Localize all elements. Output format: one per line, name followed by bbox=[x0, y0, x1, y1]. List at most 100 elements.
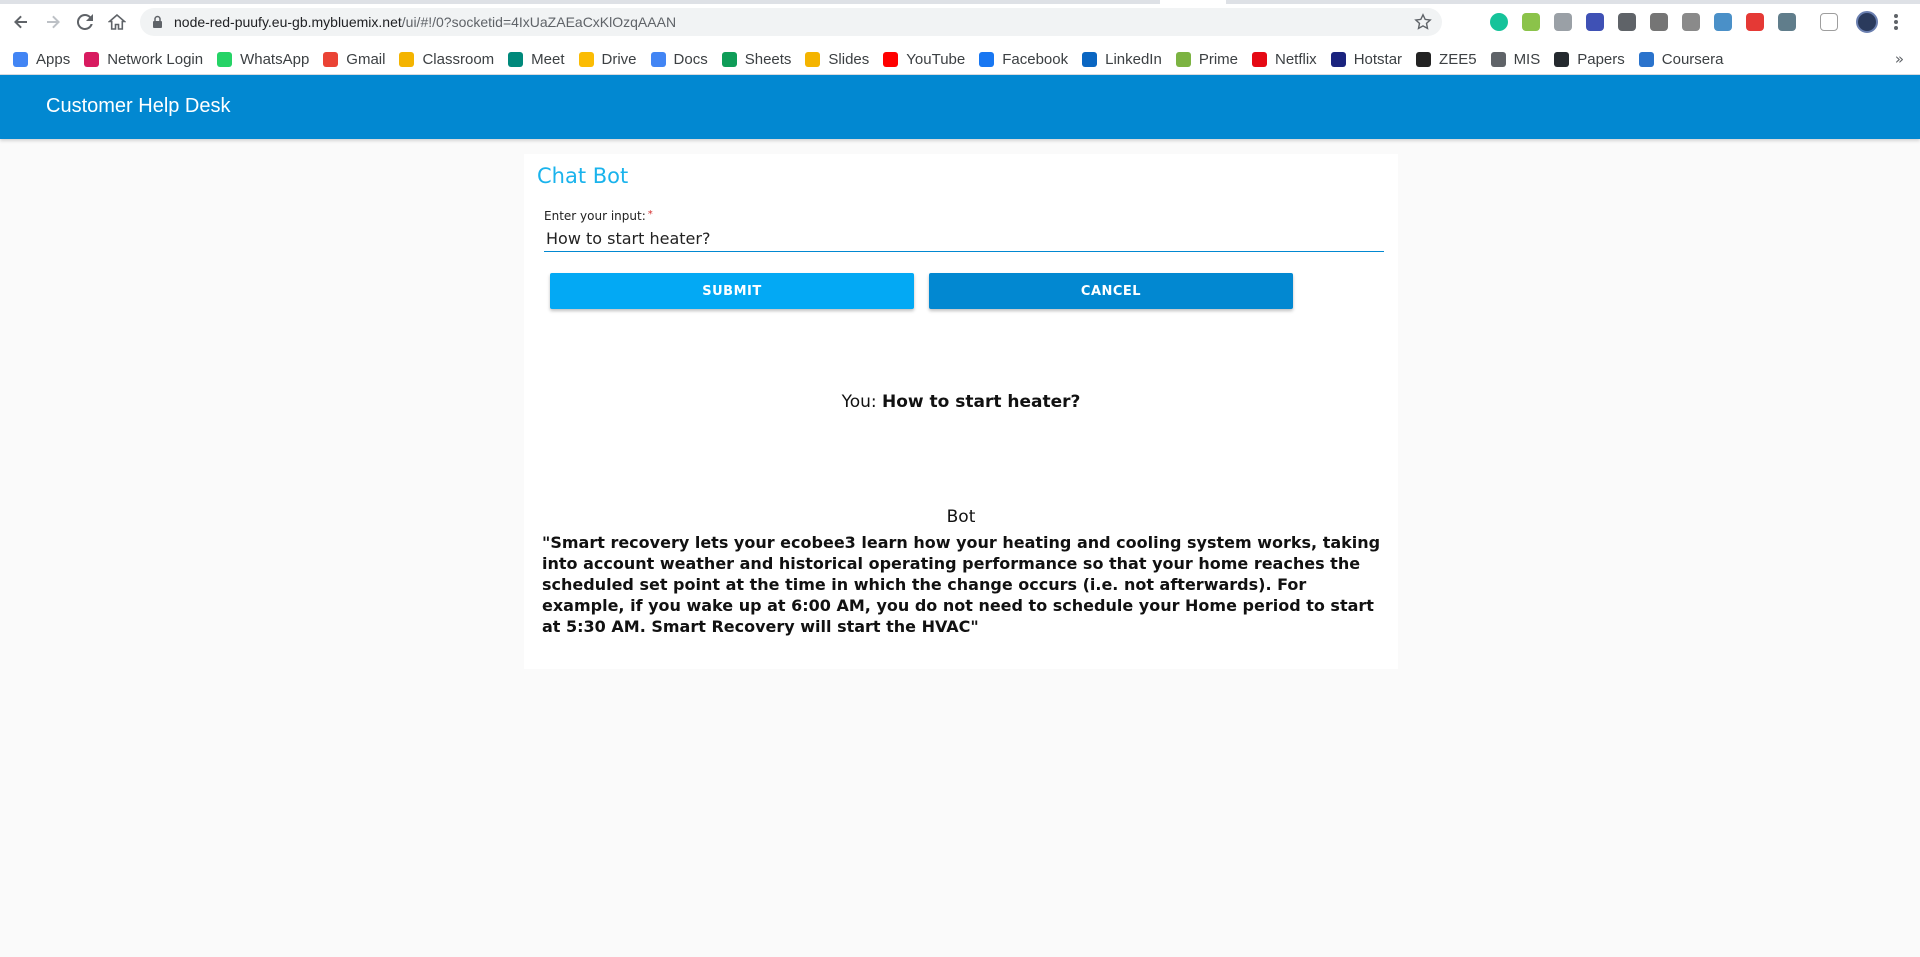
extensions-area bbox=[1490, 12, 1852, 32]
bookmark-star-icon[interactable] bbox=[1414, 13, 1432, 31]
bookmark-label: Meet bbox=[531, 50, 565, 68]
submit-button[interactable]: SUBMIT bbox=[550, 273, 914, 309]
home-button[interactable] bbox=[106, 11, 128, 33]
bookmark-label: Coursera bbox=[1661, 50, 1724, 68]
meet-icon bbox=[508, 51, 524, 67]
prime-icon bbox=[1175, 51, 1191, 67]
bookmark-sheets[interactable]: Sheets bbox=[721, 47, 791, 71]
cancel-button[interactable]: CANCEL bbox=[929, 273, 1293, 309]
chat-card: Chat Bot Enter your input:* SUBMIT CANCE… bbox=[524, 154, 1398, 669]
docs-icon bbox=[650, 51, 666, 67]
bookmark-papers[interactable]: Papers bbox=[1554, 47, 1625, 71]
gmail-icon bbox=[323, 51, 339, 67]
extension-icon[interactable] bbox=[1618, 13, 1636, 31]
bookmark-mis[interactable]: MIS bbox=[1490, 47, 1541, 71]
bookmark-label: Prime bbox=[1198, 50, 1238, 68]
browser-toolbar: node-red-puufy.eu-gb.mybluemix.net/ui/#!… bbox=[0, 0, 1920, 44]
bookmark-label: MIS bbox=[1513, 50, 1541, 68]
sheets-icon bbox=[721, 51, 737, 67]
bookmark-gmail[interactable]: Gmail bbox=[323, 47, 385, 71]
arrow-left-icon bbox=[14, 15, 27, 29]
bookmark-label: Gmail bbox=[346, 50, 386, 68]
reload-button[interactable] bbox=[74, 11, 96, 33]
facebook-icon bbox=[979, 51, 995, 67]
apps-grid-icon bbox=[13, 51, 28, 67]
coursera-icon bbox=[1638, 51, 1654, 67]
address-bar[interactable]: node-red-puufy.eu-gb.mybluemix.net/ui/#!… bbox=[140, 8, 1442, 36]
chat-input[interactable] bbox=[544, 226, 1384, 252]
tab-strip-edge bbox=[0, 0, 1160, 4]
youtube-extension-icon[interactable] bbox=[1746, 13, 1764, 31]
bookmark-coursera[interactable]: Coursera bbox=[1638, 47, 1724, 71]
extension-icon[interactable] bbox=[1522, 13, 1540, 31]
bookmark-label: Facebook bbox=[1002, 50, 1069, 68]
bookmark-netflix[interactable]: Netflix bbox=[1252, 47, 1317, 71]
profile-avatar[interactable] bbox=[1856, 11, 1878, 33]
umbrella-icon bbox=[84, 51, 100, 67]
forward-button[interactable] bbox=[42, 11, 64, 33]
bookmark-slides[interactable]: Slides bbox=[805, 47, 869, 71]
bookmark-network-login[interactable]: Network Login bbox=[84, 47, 203, 71]
url-path: /ui/#!/0?socketid=4IxUaZAEaCxKlOzqAAAN bbox=[401, 14, 677, 30]
bookmark-youtube[interactable]: YouTube bbox=[883, 47, 965, 71]
linkedin-icon bbox=[1082, 51, 1098, 67]
bookmark-label: Docs bbox=[673, 50, 708, 68]
url-host: node-red-puufy.eu-gb.mybluemix.net bbox=[174, 14, 402, 30]
zee5-icon bbox=[1416, 51, 1432, 67]
arrow-right-icon bbox=[47, 15, 60, 29]
extension-icon[interactable] bbox=[1714, 13, 1732, 31]
bookmark-label: YouTube bbox=[906, 50, 966, 68]
app-header: Customer Help Desk bbox=[0, 75, 1920, 139]
user-message-prefix: You: bbox=[841, 392, 883, 412]
bookmark-facebook[interactable]: Facebook bbox=[979, 47, 1068, 71]
bookmark-label: WhatsApp bbox=[240, 50, 310, 68]
user-message-text: How to start heater? bbox=[882, 392, 1081, 412]
extension-icon[interactable] bbox=[1682, 13, 1700, 31]
bookmark-docs[interactable]: Docs bbox=[650, 47, 708, 71]
reload-icon bbox=[77, 14, 93, 30]
required-mark: * bbox=[647, 209, 653, 220]
hotstar-icon bbox=[1330, 51, 1346, 67]
tab-strip-edge bbox=[1226, 0, 1920, 4]
bot-label: Bot bbox=[946, 507, 976, 527]
download-extension-icon[interactable] bbox=[1554, 13, 1572, 31]
github-icon bbox=[1554, 51, 1570, 67]
bookmark-label: Netflix bbox=[1275, 50, 1317, 68]
grammarly-extension-icon[interactable] bbox=[1490, 13, 1508, 31]
bookmark-classroom[interactable]: Classroom bbox=[399, 47, 494, 71]
bot-message: "Smart recovery lets your ecobee3 learn … bbox=[542, 533, 1381, 636]
bookmark-zee5[interactable]: ZEE5 bbox=[1416, 47, 1477, 71]
bookmarks-more-button[interactable]: » bbox=[1895, 50, 1904, 68]
input-label-text: Enter your input: bbox=[544, 209, 646, 223]
bookmark-drive[interactable]: Drive bbox=[578, 47, 637, 71]
user-message: You: How to start heater? bbox=[524, 392, 1398, 412]
bookmark-whatsapp[interactable]: WhatsApp bbox=[217, 47, 309, 71]
bookmark-label: Slides bbox=[828, 50, 870, 68]
bookmark-linkedin[interactable]: LinkedIn bbox=[1082, 47, 1162, 71]
input-label: Enter your input: * bbox=[544, 209, 653, 223]
bookmark-hotstar[interactable]: Hotstar bbox=[1330, 47, 1403, 71]
bookmarks-bar: Apps Network Login WhatsApp Gmail Classroom M… bbox=[0, 44, 1920, 75]
globe-icon bbox=[1490, 51, 1506, 67]
home-icon bbox=[108, 13, 126, 30]
back-button[interactable] bbox=[10, 11, 32, 33]
bookmark-label: Apps bbox=[36, 50, 71, 68]
app-title: Customer Help Desk bbox=[46, 95, 231, 117]
lock-icon bbox=[153, 15, 162, 28]
extension-icon[interactable] bbox=[1586, 13, 1604, 31]
bookmark-label: Drive bbox=[601, 50, 637, 68]
slides-icon bbox=[805, 51, 821, 67]
bookmark-label: ZEE5 bbox=[1439, 50, 1477, 68]
bookmark-apps[interactable]: Apps bbox=[13, 47, 70, 71]
url-text: node-red-puufy.eu-gb.mybluemix.net/ui/#!… bbox=[174, 14, 676, 30]
bookmark-prime[interactable]: Prime bbox=[1175, 47, 1238, 71]
media-queue-icon[interactable] bbox=[1820, 13, 1838, 31]
whatsapp-icon bbox=[217, 51, 233, 67]
bookmark-meet[interactable]: Meet bbox=[508, 47, 565, 71]
bookmark-label: Network Login bbox=[107, 50, 204, 68]
extension-icon[interactable] bbox=[1778, 13, 1796, 31]
bookmark-label: Hotstar bbox=[1353, 50, 1403, 68]
netflix-icon bbox=[1252, 51, 1267, 67]
browser-menu-button[interactable] bbox=[1893, 12, 1899, 32]
extension-icon[interactable] bbox=[1650, 13, 1668, 31]
